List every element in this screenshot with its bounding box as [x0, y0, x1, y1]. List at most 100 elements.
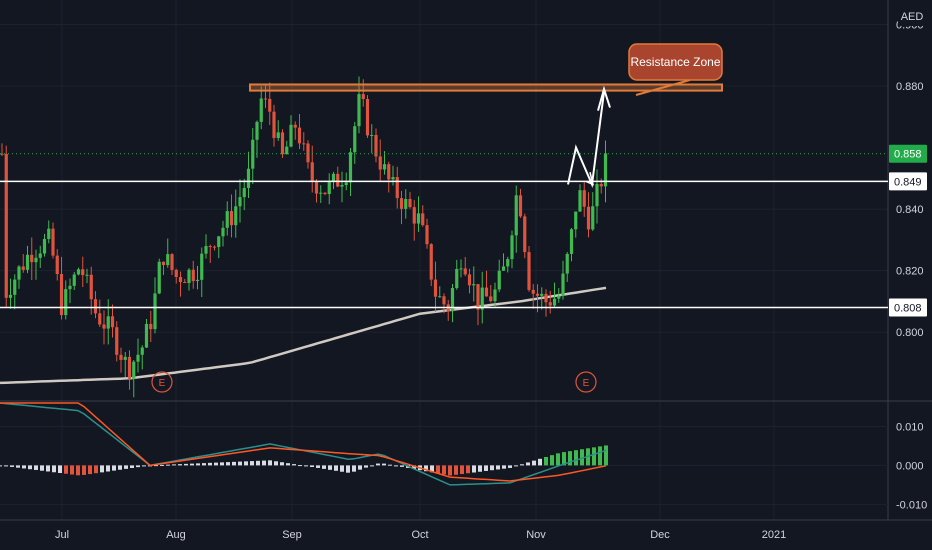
macd-histogram-bar [346, 465, 350, 473]
candle-up [255, 121, 259, 140]
macd-histogram-bar [256, 460, 260, 466]
annotation-label: Resistance Zone [630, 55, 720, 69]
macd-histogram-bar [142, 465, 146, 467]
candle-up [42, 239, 47, 254]
candle-up [259, 98, 263, 122]
macd-histogram-bar [52, 465, 56, 473]
candle-up [472, 284, 476, 286]
macd-histogram-bar [226, 462, 230, 466]
macd-histogram-bar [88, 465, 92, 475]
candle-down [119, 354, 123, 360]
macd-y-tick-label: -0.010 [896, 499, 927, 511]
macd-y-tick-label: 0.000 [896, 460, 924, 472]
price-chart[interactable]: EE JulAugSepOctNovDec20210.9000.8800.840… [0, 0, 932, 550]
candle-down [98, 313, 102, 325]
candle-up [106, 316, 110, 329]
macd-histogram-bar [358, 465, 362, 470]
candle-down [523, 216, 527, 253]
macd-histogram-bar [388, 464, 392, 466]
candle-down [535, 293, 540, 296]
candle-down [161, 261, 166, 266]
candle-down [387, 164, 391, 180]
macd-histogram-bar [136, 465, 140, 468]
currency-label: AED [901, 11, 924, 23]
x-tick-label: 2021 [762, 529, 786, 541]
candle-up [289, 124, 293, 147]
macd-histogram-bar [202, 463, 206, 466]
macd-histogram-bar [76, 465, 80, 476]
macd-histogram-bar [436, 465, 440, 474]
candle-up [357, 94, 361, 127]
macd-histogram-bar [484, 465, 488, 471]
candle-up [123, 356, 127, 360]
x-tick-label: Nov [526, 529, 546, 541]
candle-down [476, 284, 480, 310]
candle-up [217, 236, 221, 248]
x-tick-label: Aug [166, 529, 186, 541]
candle-down [170, 254, 174, 270]
earnings-label: E [159, 378, 166, 389]
candle-down [433, 279, 438, 297]
candle-up [76, 269, 81, 275]
candle-down [336, 173, 340, 187]
candle-up [225, 211, 229, 228]
candle-up [13, 279, 17, 295]
macd-y-tick-label: 0.010 [896, 421, 924, 433]
candle-down [429, 244, 433, 280]
macd-histogram-bar [364, 465, 368, 468]
candle-up [574, 211, 578, 230]
macd-histogram-bar [604, 445, 608, 466]
candle-up [569, 229, 574, 254]
candle-down [268, 98, 272, 112]
candle-down [115, 327, 119, 355]
macd-histogram-bar [538, 458, 542, 466]
macd-histogram-bar [220, 462, 224, 466]
candle-up [187, 269, 191, 284]
macd-histogram-bar [304, 465, 308, 467]
candle-down [51, 228, 55, 256]
x-tick-label: Sep [282, 529, 302, 541]
macd-histogram-bar [472, 465, 476, 473]
macd-histogram-bar [214, 462, 218, 466]
candle-down [127, 356, 132, 379]
candle-down [484, 287, 489, 297]
candle-down [55, 255, 59, 275]
macd-histogram-bar [574, 450, 578, 466]
macd-histogram-bar [598, 446, 602, 466]
macd-histogram-bar [268, 460, 272, 466]
macd-histogram-bar [106, 465, 110, 472]
candle-up [157, 261, 161, 294]
candle-down [518, 195, 523, 217]
candle-down [59, 274, 64, 316]
macd-histogram-bar [166, 464, 170, 466]
candle-down [421, 213, 425, 226]
resistance-band [249, 83, 723, 92]
candle-down [361, 94, 365, 99]
candle-down [293, 124, 297, 128]
currency-badge: AED [898, 6, 926, 26]
macd-histogram-bar [340, 465, 344, 472]
macd-histogram-bar [382, 463, 386, 466]
macd-histogram-bar [334, 465, 338, 471]
macd-histogram-bar [544, 456, 548, 466]
candle-down [310, 162, 314, 183]
macd-histogram-bar [550, 455, 554, 466]
candle-down [102, 324, 106, 329]
candle-up [132, 361, 136, 379]
macd-histogram-bar [310, 465, 314, 467]
candle-down [408, 198, 412, 208]
candle-down [302, 143, 306, 145]
y-tick-label: 0.840 [896, 204, 924, 216]
candle-down [412, 207, 416, 224]
macd-histogram-bar [4, 465, 8, 467]
candle-up [595, 184, 599, 207]
candle-up [561, 273, 565, 296]
macd-histogram-bar [556, 453, 560, 466]
candle-down [191, 269, 195, 282]
candle-up [25, 254, 30, 270]
candle-up [85, 274, 89, 276]
macd-histogram-bar [232, 461, 236, 466]
candle-up [285, 146, 289, 155]
candle-down [586, 206, 591, 230]
candle-up [153, 293, 157, 330]
